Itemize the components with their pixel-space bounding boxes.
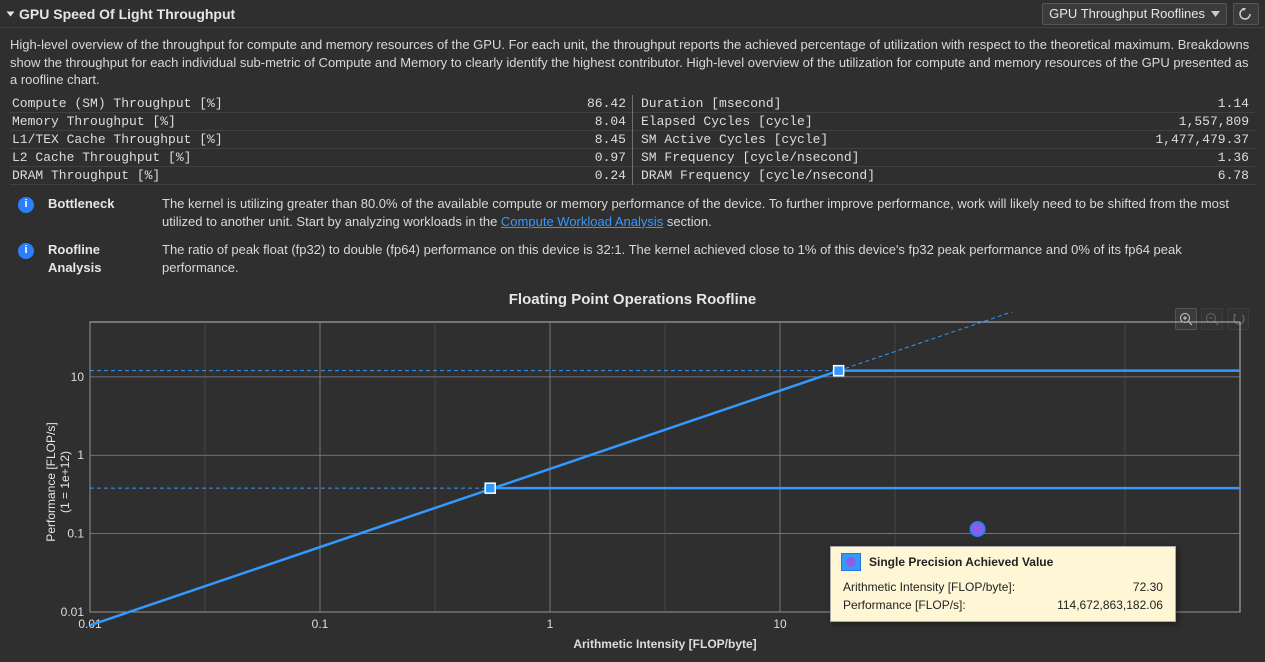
info-icon: i bbox=[18, 243, 34, 259]
bottleneck-label: Bottleneck bbox=[48, 195, 148, 213]
metric-value: 0.97 bbox=[595, 150, 632, 165]
section-description: High-level overview of the throughput fo… bbox=[0, 28, 1265, 95]
metric-key: Elapsed Cycles [cycle] bbox=[633, 114, 1179, 129]
info-icon: i bbox=[18, 197, 34, 213]
metric-value: 8.04 bbox=[595, 114, 632, 129]
metric-value: 1.36 bbox=[1218, 150, 1255, 165]
metric-key: DRAM Frequency [cycle/nsecond] bbox=[633, 168, 1218, 183]
bottleneck-text: The kernel is utilizing greater than 80.… bbox=[162, 195, 1255, 231]
metrics-table: Compute (SM) Throughput [%]86.42Memory T… bbox=[0, 95, 1265, 185]
chart-tooltip: Single Precision Achieved Value Arithmet… bbox=[830, 546, 1176, 622]
metric-value: 8.45 bbox=[595, 132, 632, 147]
tooltip-value: 114,672,863,182.06 bbox=[1017, 597, 1163, 613]
section-header[interactable]: GPU Speed Of Light Throughput GPU Throug… bbox=[0, 0, 1265, 28]
metric-row: SM Frequency [cycle/nsecond]1.36 bbox=[633, 149, 1255, 167]
flip-icon bbox=[1238, 7, 1254, 21]
tooltip-key: Performance [FLOP/s]: bbox=[843, 597, 1015, 613]
y-axis-label: Performance [FLOP/s](1 = 1e+12) bbox=[44, 423, 72, 542]
metric-row: Duration [msecond]1.14 bbox=[633, 95, 1255, 113]
tooltip-marker-icon bbox=[841, 553, 861, 571]
metric-row: DRAM Frequency [cycle/nsecond]6.78 bbox=[633, 167, 1255, 185]
metric-value: 86.42 bbox=[587, 96, 632, 111]
flip-button[interactable] bbox=[1233, 3, 1259, 25]
metric-row: DRAM Throughput [%]0.24 bbox=[10, 167, 632, 185]
metric-row: Memory Throughput [%]8.04 bbox=[10, 113, 632, 131]
section-title: GPU Speed Of Light Throughput bbox=[19, 6, 235, 22]
metric-key: L1/TEX Cache Throughput [%] bbox=[10, 132, 595, 147]
metric-row: Compute (SM) Throughput [%]86.42 bbox=[10, 95, 632, 113]
chevron-down-icon bbox=[1211, 11, 1220, 17]
metric-value: 6.78 bbox=[1218, 168, 1255, 183]
metric-key: SM Frequency [cycle/nsecond] bbox=[633, 150, 1218, 165]
metric-key: L2 Cache Throughput [%] bbox=[10, 150, 595, 165]
svg-text:0.01: 0.01 bbox=[61, 605, 85, 619]
bottleneck-note: i Bottleneck The kernel is utilizing gre… bbox=[0, 185, 1265, 231]
tooltip-value: 72.30 bbox=[1017, 579, 1163, 595]
rooflines-combo[interactable]: GPU Throughput Rooflines bbox=[1042, 3, 1227, 25]
metric-key: Compute (SM) Throughput [%] bbox=[10, 96, 587, 111]
metric-key: DRAM Throughput [%] bbox=[10, 168, 595, 183]
svg-text:10: 10 bbox=[71, 370, 85, 384]
svg-text:0.1: 0.1 bbox=[312, 617, 329, 631]
svg-text:1: 1 bbox=[77, 449, 84, 463]
roofline-text: The ratio of peak float (fp32) to double… bbox=[162, 241, 1255, 277]
metric-row: SM Active Cycles [cycle]1,477,479.37 bbox=[633, 131, 1255, 149]
metric-row: L2 Cache Throughput [%]0.97 bbox=[10, 149, 632, 167]
svg-text:1: 1 bbox=[547, 617, 554, 631]
metric-key: Duration [msecond] bbox=[633, 96, 1218, 111]
cwa-link[interactable]: Compute Workload Analysis bbox=[501, 214, 663, 229]
roofline-note: i Roofline Analysis The ratio of peak fl… bbox=[0, 231, 1265, 277]
metric-value: 0.24 bbox=[595, 168, 632, 183]
metric-row: L1/TEX Cache Throughput [%]8.45 bbox=[10, 131, 632, 149]
metric-value: 1.14 bbox=[1218, 96, 1255, 111]
collapse-icon[interactable] bbox=[7, 11, 15, 16]
svg-text:10: 10 bbox=[773, 617, 787, 631]
metric-key: Memory Throughput [%] bbox=[10, 114, 595, 129]
roofline-label: Roofline Analysis bbox=[48, 241, 148, 277]
chart-title: Floating Point Operations Roofline bbox=[0, 291, 1265, 308]
metric-value: 1,557,809 bbox=[1179, 114, 1255, 129]
metric-key: SM Active Cycles [cycle] bbox=[633, 132, 1155, 147]
svg-text:Arithmetic Intensity [FLOP/byt: Arithmetic Intensity [FLOP/byte] bbox=[573, 637, 756, 651]
tooltip-title: Single Precision Achieved Value bbox=[869, 555, 1053, 569]
metric-value: 1,477,479.37 bbox=[1155, 132, 1255, 147]
combo-label: GPU Throughput Rooflines bbox=[1049, 6, 1205, 21]
tooltip-key: Arithmetic Intensity [FLOP/byte]: bbox=[843, 579, 1015, 595]
metric-row: Elapsed Cycles [cycle]1,557,809 bbox=[633, 113, 1255, 131]
